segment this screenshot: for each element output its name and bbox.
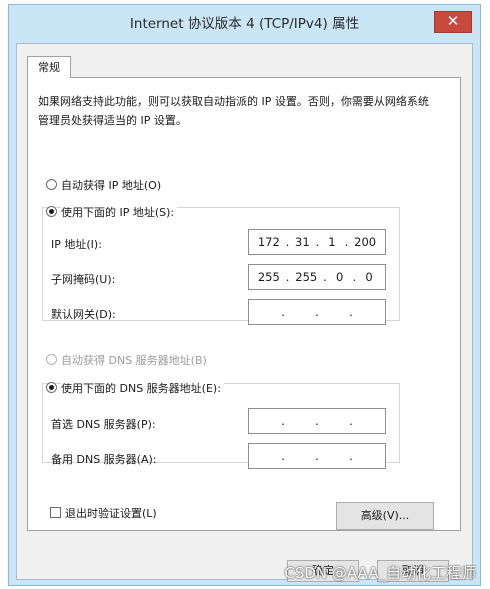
- preferred-dns-field[interactable]: . . .: [248, 408, 386, 434]
- alternate-dns-field[interactable]: . . .: [248, 443, 386, 469]
- label-ip-address: IP 地址(I):: [51, 238, 102, 251]
- radio-manual-ip[interactable]: [46, 206, 57, 217]
- tab-panel-general: 如果网络支持此功能，则可以获取自动指派的 IP 设置。否则，你需要从网络系统管理…: [27, 77, 461, 531]
- radio-auto-ip[interactable]: [46, 179, 57, 190]
- radio-auto-dns[interactable]: [46, 354, 57, 365]
- ip-address-field[interactable]: 172. 31. 1. 200: [248, 229, 386, 255]
- label-alternate-dns: 备用 DNS 服务器(A):: [51, 453, 157, 466]
- default-gateway-field[interactable]: . . .: [248, 299, 386, 325]
- dialog-client-area: 常规 如果网络支持此功能，则可以获取自动指派的 IP 设置。否则，你需要从网络系…: [16, 43, 473, 582]
- validate-on-exit-checkbox[interactable]: [50, 507, 61, 518]
- dialog-window: Internet 协议版本 4 (TCP/IPv4) 属性 ✕ 常规 如果网络支…: [8, 4, 481, 586]
- octet: 200: [354, 235, 377, 249]
- description-text: 如果网络支持此功能，则可以获取自动指派的 IP 设置。否则，你需要从网络系统管理…: [38, 95, 429, 127]
- label-manual-ip: 使用下面的 IP 地址(S):: [61, 204, 178, 220]
- label-auto-ip: 自动获得 IP 地址(O): [61, 179, 162, 192]
- watermark: CSDN @AAA_自动化工程师: [284, 564, 476, 582]
- label-default-gateway: 默认网关(D):: [51, 308, 116, 321]
- label-validate-on-exit: 退出时验证设置(L): [65, 507, 157, 520]
- octet: 172: [257, 235, 280, 249]
- octet: 31: [295, 235, 310, 249]
- advanced-button[interactable]: 高级(V)...: [336, 502, 434, 530]
- octet: 255: [295, 270, 318, 284]
- label-manual-dns: 使用下面的 DNS 服务器地址(E):: [61, 380, 224, 396]
- octet: 0: [365, 270, 373, 284]
- octet: 0: [335, 270, 344, 284]
- octet: 1: [328, 235, 336, 249]
- radio-manual-dns[interactable]: [46, 382, 57, 393]
- label-auto-dns: 自动获得 DNS 服务器地址(B): [61, 354, 207, 367]
- octet: 255: [257, 270, 280, 284]
- close-button[interactable]: ✕: [434, 11, 472, 33]
- window-title: Internet 协议版本 4 (TCP/IPv4) 属性: [129, 16, 360, 32]
- subnet-mask-field[interactable]: 255. 255. 0. 0: [248, 264, 386, 290]
- tab-general[interactable]: 常规: [27, 56, 71, 78]
- label-subnet-mask: 子网掩码(U):: [51, 273, 116, 286]
- label-preferred-dns: 首选 DNS 服务器(P):: [51, 418, 156, 431]
- close-icon: ✕: [446, 12, 460, 30]
